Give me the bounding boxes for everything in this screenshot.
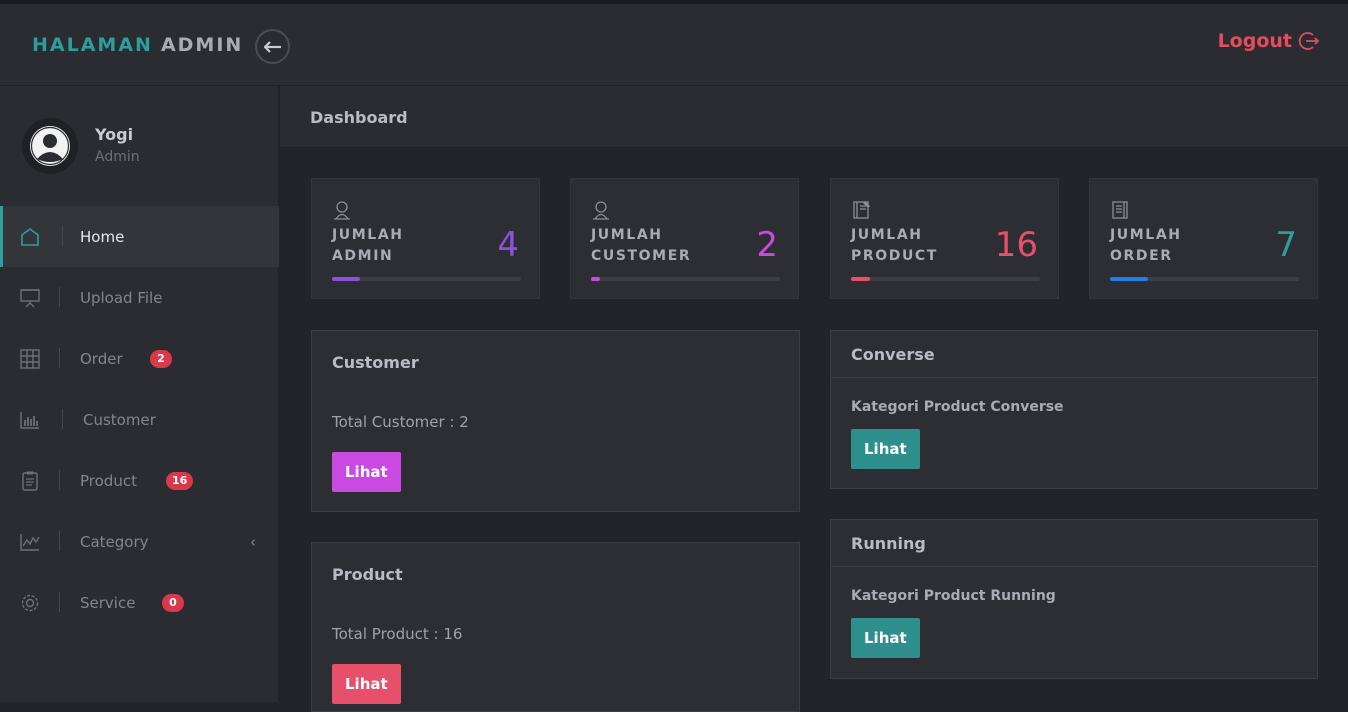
brand-part2: ADMIN [160, 34, 244, 56]
customer-card: Customer Total Customer : 2 Lihat [311, 330, 800, 512]
progress-fill [591, 277, 601, 281]
page-title: Dashboard [310, 108, 408, 127]
progress-fill [1110, 277, 1148, 281]
stat-label: JUMLAH CUSTOMER [591, 227, 692, 264]
stat-value: 7 [1275, 225, 1297, 265]
logout-icon [1298, 32, 1320, 50]
stat-card-admin: JUMLAH ADMIN 4 [311, 178, 540, 299]
sidebar-item-service[interactable]: Service 0 [0, 572, 279, 633]
progress-track [1110, 277, 1299, 281]
separator [59, 531, 60, 551]
card-divider [831, 566, 1317, 567]
sidebar-item-customer[interactable]: Customer [0, 389, 279, 450]
sidebar-item-label: Upload File [80, 288, 163, 307]
card-title: Converse [851, 345, 935, 364]
gear-icon [19, 592, 41, 614]
sidebar-item-upload-file[interactable]: Upload File [0, 267, 279, 328]
product-count-badge: 16 [166, 471, 194, 490]
card-subtitle: Kategori Product Converse [851, 399, 1064, 415]
progress-fill [851, 277, 870, 281]
sidebar-item-label: Service [80, 593, 136, 612]
page-title-bar: Dashboard [280, 86, 1348, 148]
sidebar-item-category[interactable]: Category ‹ [0, 511, 279, 572]
separator [62, 409, 63, 429]
stat-label: JUMLAH PRODUCT [851, 227, 938, 264]
progress-track [591, 277, 780, 281]
document-icon [1110, 200, 1130, 220]
sidebar-item-label: Home [80, 227, 125, 246]
card-subtitle: Kategori Product Running [851, 588, 1056, 604]
running-card: Running Kategori Product Running Lihat [830, 519, 1318, 679]
progress-track [851, 277, 1040, 281]
stat-value: 4 [497, 225, 519, 265]
sidebar-nav: Home Upload File Order 2 Customer Produc… [0, 206, 279, 633]
card-title: Customer [332, 353, 419, 372]
bar-chart-icon [19, 409, 41, 431]
separator [59, 348, 60, 368]
app-header: HALAMAN ADMIN Logout [0, 4, 1348, 86]
sidebar-item-label: Product [80, 471, 137, 490]
logout-label: Logout [1217, 30, 1292, 52]
sidebar-item-order[interactable]: Order 2 [0, 328, 279, 389]
user-icon [591, 200, 611, 220]
sidebar: Yogi Admin Home Upload File Order 2 Cust… [0, 86, 279, 702]
stat-label: JUMLAH ORDER [1110, 227, 1182, 264]
separator [59, 470, 60, 490]
brand-title: HALAMAN ADMIN [32, 34, 243, 56]
presentation-icon [19, 287, 41, 309]
stat-value: 2 [756, 225, 778, 265]
separator [59, 287, 60, 307]
sidebar-item-product[interactable]: Product 16 [0, 450, 279, 511]
brand-part1: HALAMAN [32, 34, 153, 56]
stat-card-product: JUMLAH PRODUCT 16 [830, 178, 1059, 299]
stat-card-customer: JUMLAH CUSTOMER 2 [570, 178, 799, 299]
card-text: Total Product : 16 [332, 625, 463, 643]
converse-card: Converse Kategori Product Converse Lihat [830, 330, 1318, 489]
notebook-icon [851, 200, 871, 220]
progress-track [332, 277, 521, 281]
line-chart-icon [19, 531, 41, 553]
running-lihat-button[interactable]: Lihat [851, 618, 920, 658]
stat-card-order: JUMLAH ORDER 7 [1089, 178, 1318, 299]
sidebar-item-label: Order [80, 349, 123, 368]
stat-value: 16 [994, 225, 1038, 265]
product-lihat-button[interactable]: Lihat [332, 664, 401, 704]
card-text: Total Customer : 2 [332, 413, 469, 431]
order-count-badge: 2 [150, 349, 172, 368]
logout-button[interactable]: Logout [1218, 30, 1320, 52]
product-card: Product Total Product : 16 Lihat [311, 542, 800, 712]
customer-lihat-button[interactable]: Lihat [332, 452, 401, 492]
sidebar-item-home[interactable]: Home [0, 206, 279, 267]
separator [62, 226, 63, 246]
arrow-left-icon [263, 40, 281, 53]
user-profile: Yogi Admin [22, 118, 262, 178]
progress-fill [332, 277, 361, 281]
service-count-badge: 0 [162, 593, 184, 612]
card-divider [831, 377, 1317, 378]
home-icon [19, 226, 41, 248]
user-name: Yogi [95, 125, 134, 144]
grid-icon [19, 348, 41, 370]
stat-label: JUMLAH ADMIN [332, 227, 404, 264]
sidebar-item-label: Category [80, 532, 149, 551]
sidebar-item-label: Customer [83, 410, 156, 429]
card-title: Running [851, 534, 926, 553]
clipboard-icon [19, 470, 41, 492]
user-role: Admin [95, 149, 140, 165]
user-avatar-icon [30, 126, 70, 166]
card-title: Product [332, 565, 403, 584]
user-icon [332, 200, 352, 220]
separator [59, 592, 60, 612]
avatar [22, 118, 78, 174]
converse-lihat-button[interactable]: Lihat [851, 429, 920, 469]
chevron-left-icon: ‹ [250, 532, 256, 551]
sidebar-toggle-button[interactable] [255, 29, 290, 64]
